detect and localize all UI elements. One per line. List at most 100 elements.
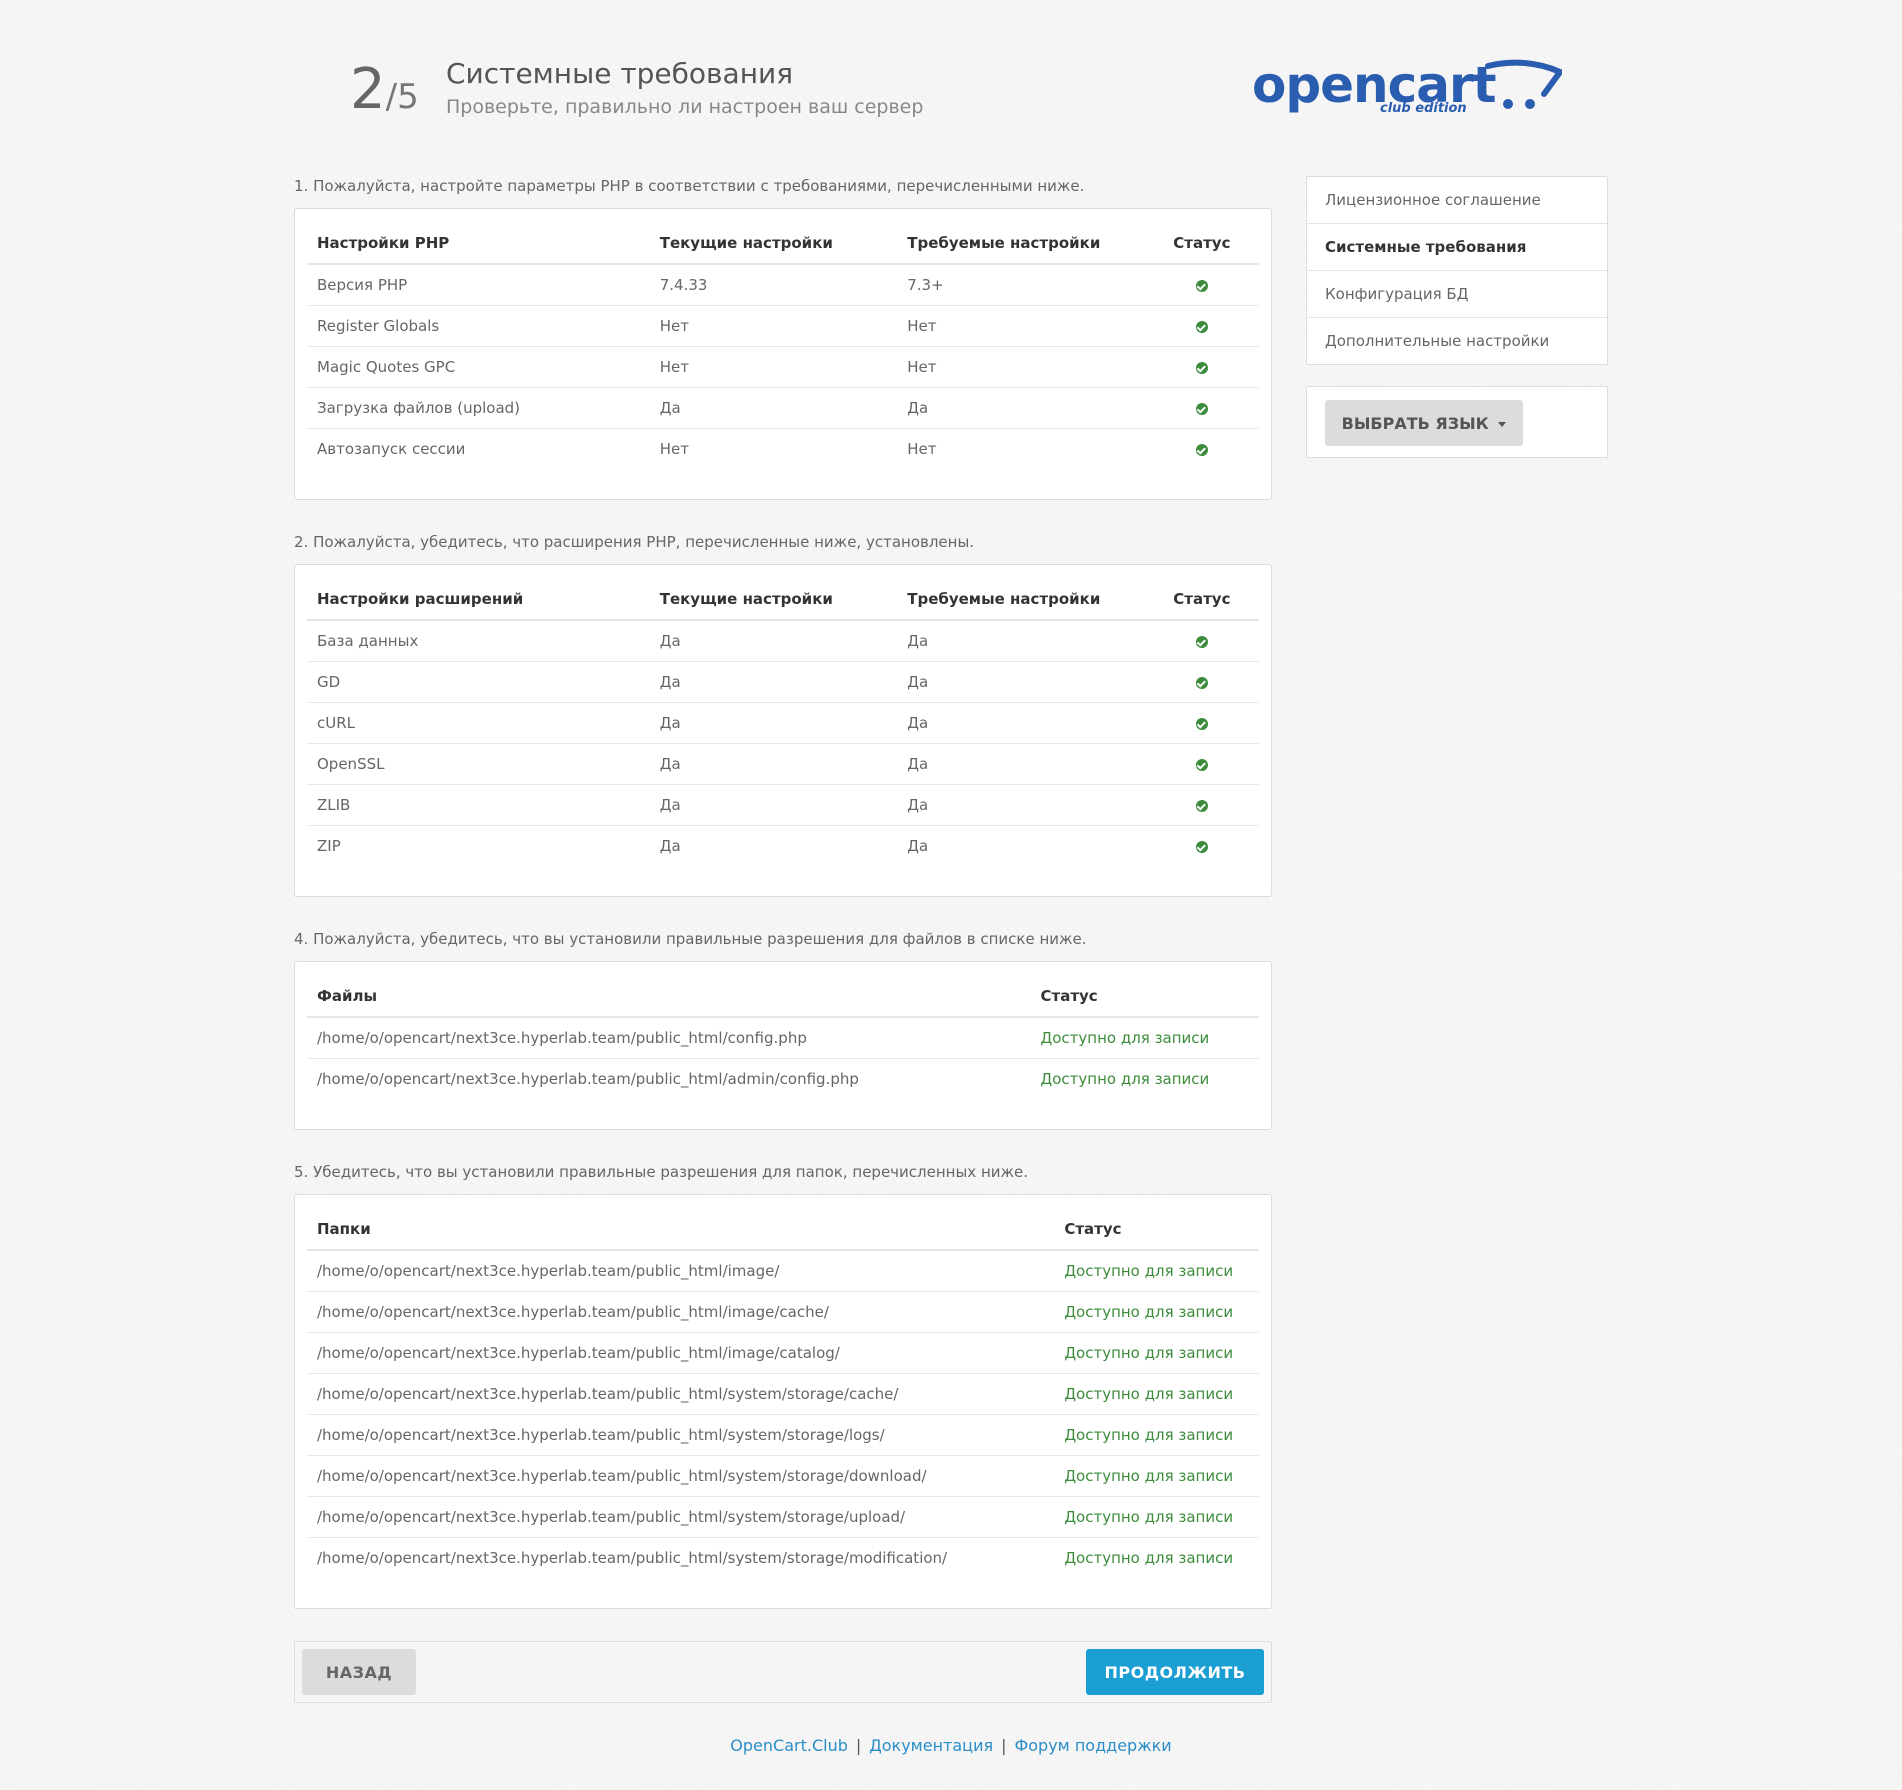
- step-current: 2: [350, 57, 386, 122]
- check-circle-icon: [1195, 840, 1208, 853]
- sidebar-item-requirements[interactable]: Системные требования: [1307, 223, 1607, 270]
- required-value: Нет: [897, 428, 1145, 469]
- table-row: /home/o/opencart/next3ce.hyperlab.team/p…: [307, 1455, 1259, 1497]
- current-value: Да: [649, 743, 898, 785]
- table-row: /home/o/opencart/next3ce.hyperlab.team/p…: [307, 1017, 1259, 1059]
- column-header: Статус: [1144, 579, 1259, 621]
- folder-path: /home/o/opencart/next3ce.hyperlab.team/p…: [307, 1414, 1055, 1456]
- check-circle-icon: [1195, 676, 1208, 689]
- table-header-row: Настройки расширений Текущие настройки Т…: [307, 579, 1259, 621]
- column-header: Файлы: [307, 976, 1031, 1018]
- setting-name: Автозапуск сессии: [307, 428, 650, 469]
- language-panel: ВЫБРАТЬ ЯЗЫК: [1306, 386, 1608, 458]
- status-cell: [1144, 428, 1259, 469]
- status-cell: [1144, 387, 1259, 429]
- status-badge: Доступно для записи: [1054, 1291, 1259, 1333]
- check-circle-icon: [1195, 635, 1208, 648]
- opencart-logo: opencart club edition: [1252, 52, 1562, 122]
- status-badge: Доступно для записи: [1040, 1029, 1210, 1047]
- required-value: Да: [897, 784, 1145, 826]
- current-value: Да: [649, 702, 898, 744]
- status-cell: [1144, 305, 1259, 347]
- check-circle-icon: [1195, 443, 1208, 456]
- extension-name: GD: [307, 661, 650, 703]
- status-badge: Доступно для записи: [1064, 1262, 1234, 1280]
- required-value: 7.3+: [907, 276, 944, 294]
- status-cell: [1144, 743, 1259, 785]
- folders-table: Папки Статус /home/o/opencart/next3ce.hy…: [307, 1209, 1259, 1578]
- status-badge: Доступно для записи: [1054, 1537, 1259, 1578]
- caret-down-icon: [1498, 421, 1507, 427]
- installer-page: 2/5 Системные требования Проверьте, прав…: [0, 0, 1902, 1790]
- table-row: Загрузка файлов (upload) Да Да: [307, 387, 1259, 429]
- table-header-row: Папки Статус: [307, 1209, 1259, 1251]
- folder-path: /home/o/opencart/next3ce.hyperlab.team/p…: [307, 1332, 1055, 1374]
- check-circle-icon: [1195, 279, 1208, 292]
- table-row: База данных Да Да: [307, 620, 1259, 662]
- table-header-row: Настройки PHP Текущие настройки Требуемы…: [307, 223, 1259, 265]
- extensions-panel: Настройки расширений Текущие настройки Т…: [294, 564, 1272, 897]
- folder-path: /home/o/opencart/next3ce.hyperlab.team/p…: [307, 1373, 1055, 1415]
- check-circle-icon: [1195, 758, 1208, 771]
- extensions-table: Настройки расширений Текущие настройки Т…: [307, 579, 1259, 866]
- column-header: Статус: [1054, 1209, 1259, 1251]
- check-circle-icon: [1195, 361, 1208, 374]
- php-settings-panel: Настройки PHP Текущие настройки Требуемы…: [294, 208, 1272, 500]
- table-row: /home/o/opencart/next3ce.hyperlab.team/p…: [307, 1058, 1259, 1099]
- check-circle-icon: [1195, 320, 1208, 333]
- cart-icon: [1485, 59, 1562, 109]
- column-header: Статус: [1030, 976, 1259, 1018]
- back-button[interactable]: НАЗАД: [302, 1649, 416, 1695]
- table-row: Автозапуск сессии Нет Нет: [307, 428, 1259, 469]
- table-row: /home/o/opencart/next3ce.hyperlab.team/p…: [307, 1496, 1259, 1538]
- table-row: /home/o/opencart/next3ce.hyperlab.team/p…: [307, 1373, 1259, 1415]
- current-value: 7.4.33: [659, 276, 708, 294]
- check-circle-icon: [1195, 717, 1208, 730]
- current-value: Да: [649, 825, 898, 866]
- status-badge: Доступно для записи: [1054, 1332, 1259, 1374]
- files-panel: Файлы Статус /home/o/opencart/next3ce.hy…: [294, 961, 1272, 1130]
- status-cell: [1144, 784, 1259, 826]
- continue-button[interactable]: ПРОДОЛЖИТЬ: [1086, 1649, 1264, 1695]
- extension-name: ZLIB: [307, 784, 650, 826]
- required-value: Да: [897, 387, 1145, 429]
- required-value: Да: [897, 661, 1145, 703]
- required-value: Да: [897, 743, 1145, 785]
- table-row: GD Да Да: [307, 661, 1259, 703]
- footer-link-documentation[interactable]: Документация: [869, 1736, 993, 1755]
- required-value: Да: [897, 825, 1145, 866]
- current-value: Нет: [649, 428, 898, 469]
- footer-link-support-forum[interactable]: Форум поддержки: [1014, 1736, 1171, 1755]
- logo-subtitle: club edition: [1380, 101, 1467, 116]
- table-row: ZLIB Да Да: [307, 784, 1259, 826]
- language-dropdown-button[interactable]: ВЫБРАТЬ ЯЗЫК: [1325, 400, 1523, 446]
- php-settings-table: Настройки PHP Текущие настройки Требуемы…: [307, 223, 1259, 469]
- sidebar-item-license[interactable]: Лицензионное соглашение: [1307, 177, 1607, 223]
- footer: OpenCart.Club | Документация | Форум поддерж…: [0, 1736, 1902, 1755]
- status-badge: Доступно для записи: [1054, 1414, 1259, 1456]
- table-row: /home/o/opencart/next3ce.hyperlab.team/p…: [307, 1537, 1259, 1578]
- extensions-section-label: 2. Пожалуйста, убедитесь, что расширения…: [294, 533, 975, 551]
- sidebar-item-database[interactable]: Конфигурация БД: [1307, 270, 1607, 317]
- current-value: Нет: [649, 305, 898, 347]
- table-row: /home/o/opencart/next3ce.hyperlab.team/p…: [307, 1250, 1259, 1292]
- folder-path: /home/o/opencart/next3ce.hyperlab.team/p…: [307, 1291, 1055, 1333]
- status-badge: Доступно для записи: [1054, 1455, 1259, 1497]
- file-path: /home/o/opencart/next3ce.hyperlab.team/p…: [317, 1029, 807, 1047]
- column-header: Текущие настройки: [649, 223, 898, 265]
- table-row: /home/o/opencart/next3ce.hyperlab.team/p…: [307, 1414, 1259, 1456]
- status-cell: [1144, 346, 1259, 388]
- step-indicator: 2/5: [350, 58, 419, 122]
- folder-path: /home/o/opencart/next3ce.hyperlab.team/p…: [317, 1262, 780, 1280]
- check-circle-icon: [1195, 799, 1208, 812]
- sidebar-item-settings[interactable]: Дополнительные настройки: [1307, 317, 1607, 364]
- table-row: cURL Да Да: [307, 702, 1259, 744]
- column-header: Текущие настройки: [649, 579, 898, 621]
- table-row: ZIP Да Да: [307, 825, 1259, 866]
- page-title: Системные требования: [446, 57, 794, 90]
- footer-link-opencart-club[interactable]: OpenCart.Club: [730, 1736, 848, 1755]
- extension-name: cURL: [307, 702, 650, 744]
- folders-section-label: 5. Убедитесь, что вы установили правильн…: [294, 1163, 1029, 1181]
- status-cell: [1144, 702, 1259, 744]
- check-circle-icon: [1195, 402, 1208, 415]
